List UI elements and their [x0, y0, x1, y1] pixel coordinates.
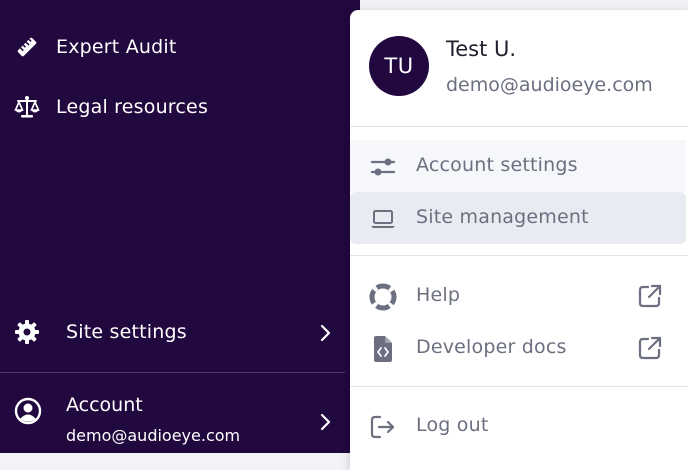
code-file-icon [369, 335, 397, 363]
account-email: demo@audioeye.com [66, 426, 241, 445]
user-name: Test U. [446, 37, 517, 61]
sidebar-item-label: Expert Audit [56, 36, 177, 58]
chevron-right-icon [318, 412, 332, 436]
logout-icon [369, 413, 397, 441]
menu-divider [350, 386, 688, 387]
avatar: TU [369, 36, 429, 96]
sidebar-item-label: Site settings [66, 321, 187, 343]
user-email: demo@audioeye.com [446, 74, 653, 96]
external-link-icon [636, 282, 664, 314]
chevron-right-icon [318, 323, 332, 347]
sidebar-item-label: Legal resources [56, 96, 209, 118]
user-circle-icon [14, 397, 42, 429]
sidebar-item-site-settings[interactable]: Site settings [14, 319, 334, 345]
menu-item-label: Site management [416, 206, 589, 228]
menu-item-developer-docs[interactable]: Developer docs [350, 322, 686, 374]
sidebar-account[interactable]: Account demo@audioeye.com [14, 394, 334, 450]
sidebar-divider [0, 372, 345, 373]
menu-item-label: Developer docs [416, 336, 567, 358]
menu-divider [350, 255, 688, 256]
sliders-icon [369, 153, 397, 181]
menu-item-log-out[interactable]: Log out [350, 400, 686, 452]
scale-icon [14, 94, 40, 120]
lifebuoy-icon [369, 283, 397, 311]
ruler-icon [14, 34, 40, 60]
menu-item-help[interactable]: Help [350, 270, 686, 322]
sidebar: Expert Audit Legal resources Site settin… [0, 0, 360, 453]
menu-item-label: Log out [416, 414, 489, 436]
menu-item-label: Account settings [416, 154, 578, 176]
account-title: Account [66, 394, 143, 416]
menu-divider [350, 126, 688, 127]
sidebar-item-expert-audit[interactable]: Expert Audit [14, 34, 177, 60]
menu-item-label: Help [416, 284, 461, 306]
user-menu-dropdown: TU Test U. demo@audioeye.com Account set… [350, 10, 688, 470]
laptop-icon [369, 205, 397, 233]
external-link-icon [636, 334, 664, 366]
sidebar-item-legal-resources[interactable]: Legal resources [14, 94, 208, 120]
menu-item-account-settings[interactable]: Account settings [350, 140, 686, 192]
menu-item-site-management[interactable]: Site management [350, 192, 686, 244]
gear-icon [14, 319, 40, 345]
